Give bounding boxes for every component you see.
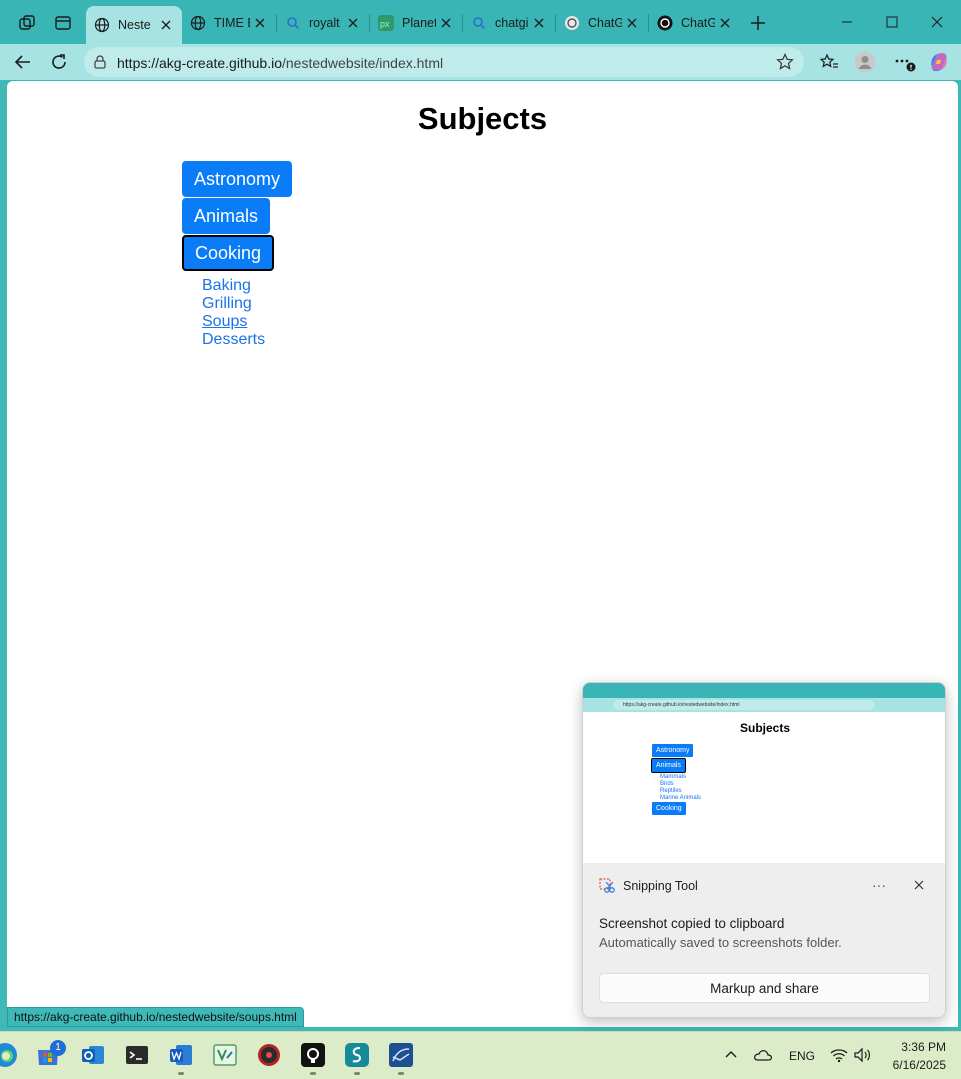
thumbnail-url: https://akg-create.github.io/nestedwebsi… xyxy=(613,700,875,710)
openai-icon xyxy=(657,15,673,31)
tab-chatgpt-2[interactable]: ChatG xyxy=(649,7,741,39)
screen-recorder-icon[interactable] xyxy=(256,1042,282,1068)
running-indicator xyxy=(310,1072,316,1075)
soups-link[interactable]: Soups xyxy=(202,313,247,331)
close-tab-icon[interactable] xyxy=(156,15,176,35)
grilling-link[interactable]: Grilling xyxy=(202,295,252,313)
tab-title: Neste xyxy=(118,18,151,32)
onedrive-icon[interactable] xyxy=(750,1042,776,1068)
tab-royalty-search[interactable]: royalt xyxy=(277,7,369,39)
minimize-button[interactable] xyxy=(824,8,870,36)
chevron-up-icon[interactable] xyxy=(718,1042,744,1068)
thumbnail-astronomy-button: Astronomy xyxy=(652,744,694,757)
close-tab-icon[interactable] xyxy=(715,13,735,33)
terminal-icon[interactable] xyxy=(124,1042,150,1068)
clock-time[interactable]: 3:36 PM xyxy=(880,1040,946,1054)
address-bar[interactable]: https://akg-create.github.io/nestedwebsi… xyxy=(84,47,804,77)
copilot-icon[interactable] xyxy=(924,48,954,76)
tab-planet[interactable]: px Planet xyxy=(370,7,462,39)
workspaces-icon[interactable] xyxy=(14,10,40,36)
toast-body: Automatically saved to screenshots folde… xyxy=(599,935,842,950)
notification-badge: 1 xyxy=(50,1040,66,1056)
screenshot-thumbnail[interactable]: https://akg-create.github.io/nestedwebsi… xyxy=(583,683,945,863)
thumbnail-cooking-button: Cooking xyxy=(652,802,686,815)
thumbnail-tab-strip xyxy=(583,683,945,698)
search-icon xyxy=(471,15,487,31)
cooking-button[interactable]: Cooking xyxy=(182,235,275,271)
wireshark-icon[interactable] xyxy=(388,1042,414,1068)
close-icon[interactable] xyxy=(909,875,929,895)
toast-app-name: Snipping Tool xyxy=(623,879,698,893)
thumbnail-title: Subjects xyxy=(739,721,790,735)
close-window-button[interactable] xyxy=(914,8,960,36)
tab-actions-icon[interactable] xyxy=(50,10,76,36)
back-button[interactable] xyxy=(8,48,38,76)
tab-chatgpt-search[interactable]: chatgi xyxy=(463,7,555,39)
running-indicator xyxy=(178,1072,184,1075)
word-icon[interactable] xyxy=(168,1042,194,1068)
visual-studio-icon[interactable] xyxy=(212,1042,238,1068)
settings-more-icon[interactable] xyxy=(890,48,920,76)
thumbnail-link: Reptiles xyxy=(660,788,682,794)
openai-icon xyxy=(564,15,580,31)
tab-title: royalt xyxy=(309,16,340,30)
toast-headline: Screenshot copied to clipboard xyxy=(599,916,785,931)
windows-taskbar: 1 ENG 3:36 PM 6/16/2025 xyxy=(0,1031,961,1079)
tab-time[interactable]: TIME E xyxy=(182,7,276,39)
close-tab-icon[interactable] xyxy=(529,13,549,33)
browser-tab-strip: Neste TIME E royalt px Planet chatgi Cha… xyxy=(0,0,961,44)
clock-date[interactable]: 6/16/2025 xyxy=(880,1058,946,1072)
refresh-button[interactable] xyxy=(44,48,74,76)
outlook-icon[interactable] xyxy=(80,1042,106,1068)
snipping-tool-notification[interactable]: https://akg-create.github.io/nestedwebsi… xyxy=(582,682,946,1018)
close-tab-icon[interactable] xyxy=(250,13,270,33)
astronomy-button[interactable]: Astronomy xyxy=(182,161,293,197)
thumbnail-link: Mammals xyxy=(660,774,687,780)
tab-title: ChatG xyxy=(588,16,622,30)
animals-button[interactable]: Animals xyxy=(182,198,271,234)
globe-icon xyxy=(190,15,206,31)
thumbnail-page: Subjects Astronomy Animals Mammals Birds… xyxy=(585,713,945,863)
tab-title: TIME E xyxy=(214,16,250,30)
search-icon xyxy=(285,15,301,31)
edge-icon[interactable] xyxy=(0,1042,18,1068)
more-options-icon[interactable]: ··· xyxy=(869,875,889,895)
url-text: https://akg-create.github.io/nestedwebsi… xyxy=(117,55,443,71)
browser-toolbar: https://akg-create.github.io/nestedwebsi… xyxy=(0,44,961,80)
thumbnail-link: Birds xyxy=(660,781,674,787)
new-tab-icon[interactable] xyxy=(745,10,771,36)
maximize-button[interactable] xyxy=(869,8,915,36)
thumbnail-animals-button: Animals xyxy=(651,758,686,773)
url-path: /nestedwebsite/index.html xyxy=(282,55,444,71)
thumbnail-link: Marine Animals xyxy=(660,795,702,801)
baking-link[interactable]: Baking xyxy=(202,277,251,295)
url-host: https://akg-create.github.io xyxy=(117,55,282,71)
snipping-tool-icon xyxy=(599,878,615,894)
tab-title: ChatG xyxy=(681,16,715,30)
globe-icon xyxy=(94,17,110,33)
svg-text:px: px xyxy=(380,19,390,29)
surfshark-icon[interactable] xyxy=(344,1042,370,1068)
status-bar-url: https://akg-create.github.io/nestedwebsi… xyxy=(7,1007,304,1027)
running-indicator xyxy=(354,1072,360,1075)
profile-avatar[interactable] xyxy=(850,48,880,76)
lock-icon[interactable] xyxy=(94,55,106,72)
language-indicator[interactable]: ENG xyxy=(789,1049,815,1063)
close-tab-icon[interactable] xyxy=(343,13,363,33)
github-icon[interactable] xyxy=(300,1042,326,1068)
favorites-icon[interactable] xyxy=(814,48,844,76)
running-indicator xyxy=(398,1072,404,1075)
tab-title: Planet xyxy=(402,16,436,30)
volume-icon[interactable] xyxy=(849,1042,875,1068)
favorite-star-icon[interactable] xyxy=(776,53,794,74)
desserts-link[interactable]: Desserts xyxy=(202,331,265,349)
tab-nested-website[interactable]: Neste xyxy=(86,6,182,44)
close-tab-icon[interactable] xyxy=(436,13,456,33)
markup-and-share-button[interactable]: Markup and share xyxy=(599,973,930,1003)
tab-title: chatgi xyxy=(495,16,529,30)
tab-chatgpt-1[interactable]: ChatG xyxy=(556,7,648,39)
pixel-icon: px xyxy=(378,15,394,31)
close-tab-icon[interactable] xyxy=(622,13,642,33)
page-title: Subjects xyxy=(417,101,548,136)
